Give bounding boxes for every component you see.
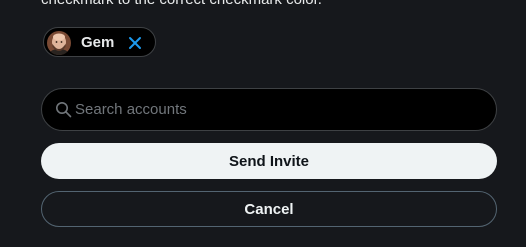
instruction-text: checkmark to the correct checkmark color… xyxy=(41,0,322,9)
close-icon[interactable] xyxy=(128,36,142,50)
selected-account-chip: Gem xyxy=(43,27,156,57)
search-field xyxy=(41,88,497,131)
search-icon xyxy=(55,101,72,118)
send-invite-button[interactable]: Send Invite xyxy=(41,143,497,179)
avatar xyxy=(47,31,71,55)
chip-account-name: Gem xyxy=(81,34,115,51)
cancel-button[interactable]: Cancel xyxy=(41,191,497,227)
search-input[interactable] xyxy=(75,89,485,130)
